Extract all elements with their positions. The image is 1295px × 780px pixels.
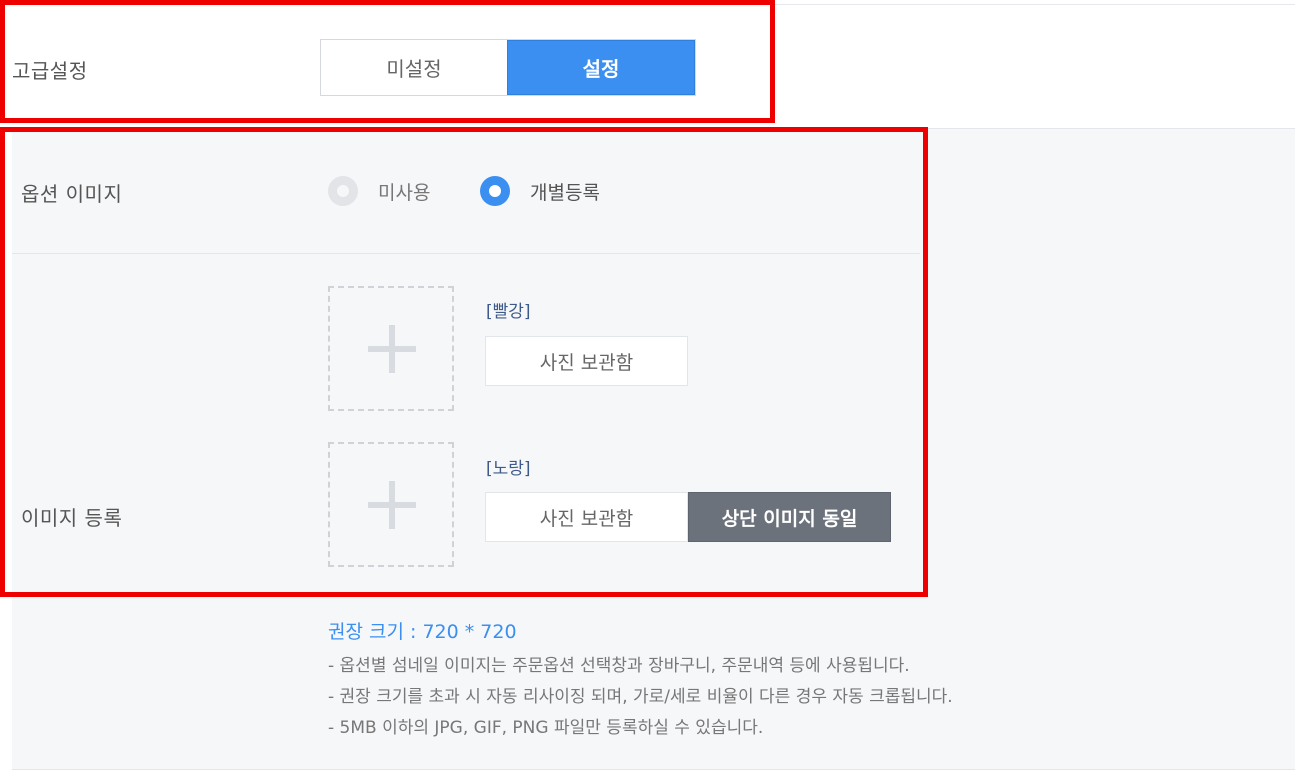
radio-individual-indicator	[480, 176, 510, 206]
guide-note: - 옵션별 섬네일 이미지는 주문옵션 선택창과 장바구니, 주문내역 등에 사…	[328, 656, 910, 676]
photo-library-button-yellow[interactable]: 사진 보관함	[485, 492, 688, 542]
advanced-settings-label: 고급설정	[12, 59, 88, 83]
guide-note: - 권장 크기를 초과 시 자동 리사이징 되며, 가로/세로 비율이 다른 경…	[328, 687, 953, 707]
radio-individual-label: 개별등록	[530, 181, 600, 204]
advanced-on-button[interactable]: 설정	[507, 40, 695, 95]
divider	[12, 769, 1295, 770]
radio-unused-label: 미사용	[378, 181, 431, 204]
radio-unused-indicator	[328, 176, 358, 206]
advanced-settings-row: 고급설정 미설정 설정	[0, 0, 1295, 129]
guide-note: - 5MB 이하의 JPG, GIF, PNG 파일만 등록하실 수 있습니다.	[328, 718, 764, 738]
option-image-label: 옵션 이미지	[21, 182, 123, 206]
image-register-label: 이미지 등록	[21, 506, 123, 530]
plus-icon-vertical	[389, 481, 395, 529]
divider	[775, 4, 1295, 5]
radio-individual[interactable]: 개별등록	[480, 176, 600, 206]
option-name-red: [빨강]	[486, 302, 531, 322]
advanced-settings-toggle: 미설정 설정	[320, 39, 696, 96]
divider	[12, 253, 920, 254]
image-upload-box-red[interactable]	[328, 286, 454, 411]
photo-library-button-red[interactable]: 사진 보관함	[485, 336, 688, 386]
image-upload-box-yellow[interactable]	[328, 442, 454, 567]
radio-unused[interactable]: 미사용	[328, 176, 430, 206]
same-as-above-button[interactable]: 상단 이미지 동일	[688, 492, 891, 542]
recommended-size: 권장 크기 : 720 * 720	[328, 621, 517, 643]
plus-icon-vertical	[389, 325, 395, 373]
option-name-yellow: [노랑]	[486, 459, 531, 479]
advanced-off-button[interactable]: 미설정	[321, 40, 507, 95]
